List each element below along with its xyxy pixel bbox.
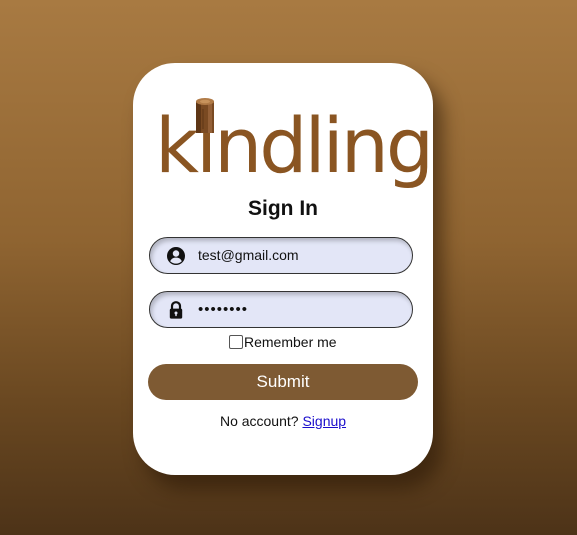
kindling-logo: kindling [155,91,434,191]
email-input[interactable] [198,243,398,267]
remember-me-label: Remember me [244,334,337,350]
password-input[interactable] [198,297,398,321]
page-title: Sign In [248,197,318,220]
signup-prompt: No account? Signup [133,413,433,429]
password-field[interactable] [149,291,413,328]
no-account-text: No account? [219,413,299,429]
signin-card: kindling Sign In Remember me S [133,63,434,475]
remember-me-checkbox[interactable] [229,335,243,349]
log-icon [196,98,214,133]
signup-link[interactable]: Signup [302,413,346,429]
submit-button[interactable]: Submit [148,364,418,400]
email-field[interactable] [149,237,413,274]
user-circle-icon [167,247,185,265]
remember-me[interactable]: Remember me [229,332,337,352]
lock-icon [169,301,183,319]
